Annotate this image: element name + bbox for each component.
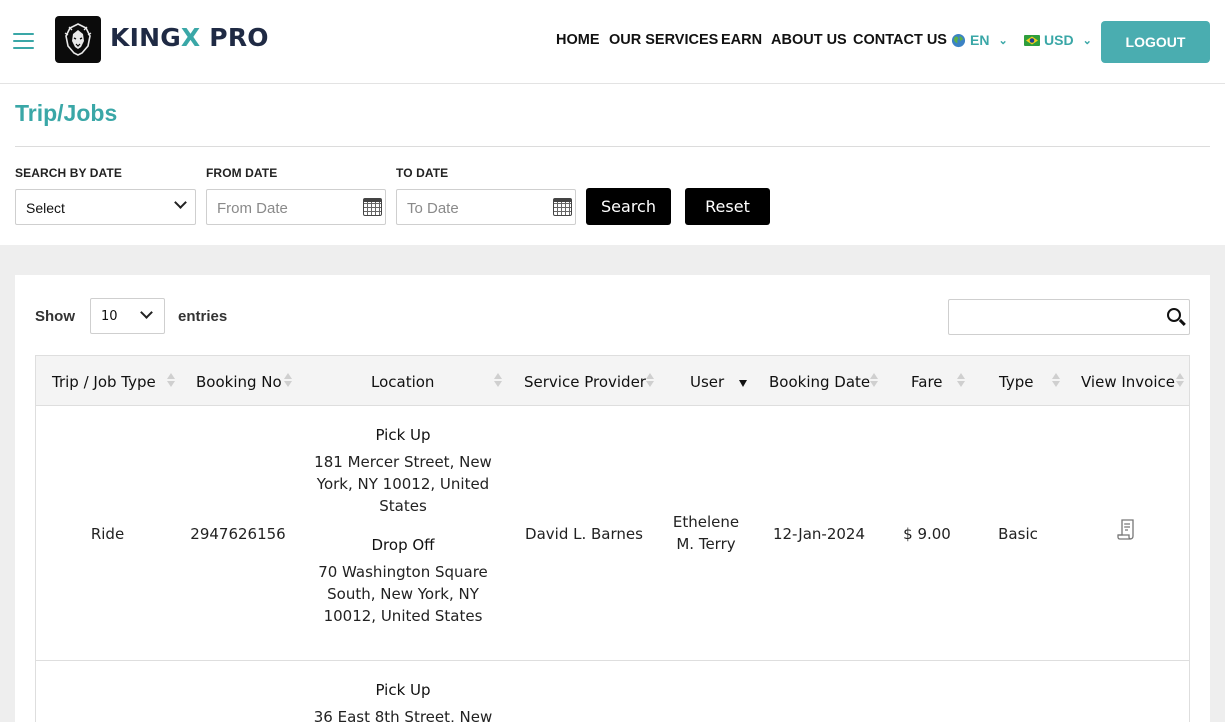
- sort-icon[interactable]: [1052, 372, 1060, 390]
- sort-descending-icon[interactable]: [739, 380, 747, 387]
- reset-button[interactable]: Reset: [685, 188, 770, 225]
- search-button[interactable]: Search: [586, 188, 671, 225]
- column-header-booking-no[interactable]: Booking No: [196, 373, 282, 391]
- globe-icon: [951, 33, 966, 47]
- sort-icon[interactable]: [1176, 372, 1184, 390]
- invoice-icon[interactable]: [1117, 519, 1135, 541]
- nav-our-services[interactable]: OUR SERVICES: [609, 32, 718, 48]
- chevron-down-icon: ⌄: [998, 34, 1008, 47]
- chevron-down-icon: [140, 306, 153, 319]
- nav-earn[interactable]: EARN: [721, 32, 762, 48]
- language-selector[interactable]: EN ⌄: [951, 32, 1008, 48]
- column-header-type[interactable]: Type: [999, 373, 1033, 391]
- table-header: Trip / Job Type Booking No Location Serv…: [35, 355, 1190, 406]
- flag-icon: [1024, 34, 1040, 46]
- search-by-date-value: Select: [26, 200, 65, 216]
- nav-home[interactable]: HOME: [556, 32, 600, 48]
- show-label: Show: [35, 308, 75, 325]
- pickup-label: Pick Up: [375, 681, 431, 699]
- pickup-label: Pick Up: [375, 426, 431, 444]
- chevron-down-icon: [174, 196, 187, 209]
- booking-number: 2947626156: [190, 525, 286, 543]
- table-row: Ride 2947626156 Pick Up 181 Mercer Stree…: [35, 406, 1190, 661]
- currency-selector[interactable]: USD ⌄: [1024, 32, 1092, 48]
- search-by-date-label: SEARCH BY DATE: [15, 166, 122, 180]
- column-header-location[interactable]: Location: [371, 373, 434, 391]
- currency-label: USD: [1044, 32, 1074, 48]
- column-header-booking-date[interactable]: Booking Date: [769, 373, 870, 391]
- pickup-address: 181 Mercer Street, New York, NY 10012, U…: [314, 453, 492, 515]
- divider: [15, 146, 1210, 147]
- nav-about-us[interactable]: ABOUT US: [771, 32, 847, 48]
- menu-icon[interactable]: [13, 33, 34, 49]
- to-date-label: TO DATE: [396, 166, 449, 180]
- top-header: KINGX PRO HOME OUR SERVICES EARN ABOUT U…: [0, 0, 1225, 84]
- language-label: EN: [970, 32, 990, 48]
- search-by-date-select[interactable]: Select: [15, 189, 196, 225]
- sort-icon[interactable]: [646, 372, 654, 390]
- lion-logo-icon[interactable]: [55, 16, 101, 63]
- brand-name[interactable]: KINGX PRO: [110, 23, 269, 52]
- to-date-placeholder: To Date: [407, 200, 459, 217]
- from-date-field[interactable]: From Date: [206, 189, 386, 225]
- column-header-view-invoice[interactable]: View Invoice: [1081, 373, 1175, 391]
- logout-button[interactable]: LOGOUT: [1101, 21, 1210, 63]
- table-row: Pick Up 36 East 8th Street, New: [35, 661, 1190, 722]
- column-header-user[interactable]: User: [690, 373, 724, 391]
- column-header-trip-job-type[interactable]: Trip / Job Type: [52, 373, 156, 391]
- vehicle-type: Basic: [998, 525, 1038, 543]
- sort-icon[interactable]: [494, 372, 502, 390]
- page-title: Trip/Jobs: [15, 100, 118, 126]
- table-search-input[interactable]: [948, 299, 1190, 335]
- calendar-icon[interactable]: [363, 198, 382, 216]
- sort-icon[interactable]: [167, 372, 175, 390]
- sort-icon[interactable]: [284, 372, 292, 390]
- fare: $ 9.00: [903, 525, 951, 543]
- search-icon[interactable]: [1167, 308, 1181, 322]
- column-header-service-provider[interactable]: Service Provider: [524, 373, 646, 391]
- dropoff-label: Drop Off: [371, 536, 435, 554]
- trip-type: Ride: [90, 525, 125, 543]
- dropoff-address: 70 Washington Square South, New York, NY…: [318, 563, 488, 625]
- to-date-field[interactable]: To Date: [396, 189, 576, 225]
- entries-value: 10: [101, 309, 118, 324]
- booking-date: 12-Jan-2024: [772, 525, 866, 543]
- from-date-label: FROM DATE: [206, 166, 278, 180]
- sort-icon[interactable]: [957, 372, 965, 390]
- pickup-address: 36 East 8th Street, New: [313, 708, 493, 722]
- user-name: Ethelene M. Terry: [672, 513, 740, 553]
- entries-label: entries: [178, 308, 228, 325]
- chevron-down-icon: ⌄: [1082, 34, 1092, 47]
- sort-icon[interactable]: [870, 372, 878, 390]
- service-provider: David L. Barnes: [525, 525, 643, 543]
- calendar-icon[interactable]: [553, 198, 572, 216]
- nav-contact-us[interactable]: CONTACT US: [853, 32, 947, 48]
- column-header-fare[interactable]: Fare: [911, 373, 943, 391]
- from-date-placeholder: From Date: [217, 200, 288, 217]
- entries-select[interactable]: 10: [90, 298, 165, 334]
